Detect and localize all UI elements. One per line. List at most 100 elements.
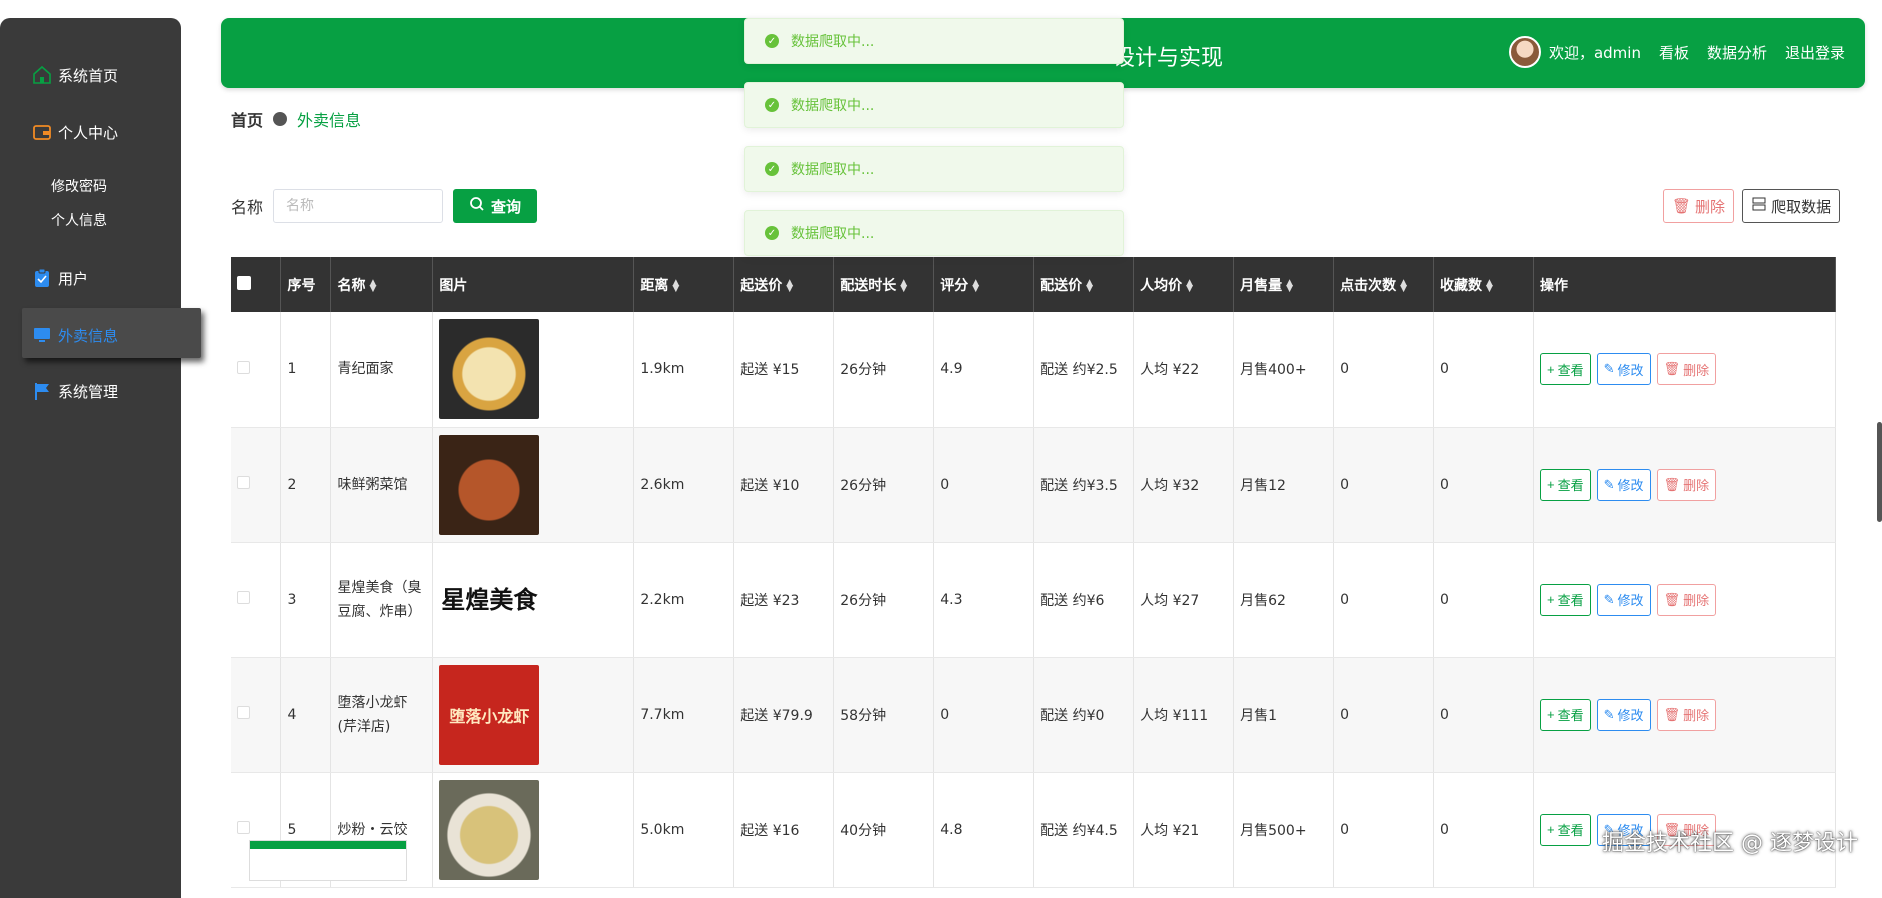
col-header-rating[interactable]: 评分▲▼ [934, 257, 1034, 312]
sort-icon[interactable]: ▲▼ [1086, 280, 1093, 292]
delete-button[interactable]: 🗑删除 [1657, 584, 1717, 616]
query-button[interactable]: 查询 [453, 189, 537, 223]
toast-text: 数据爬取中... [791, 223, 874, 243]
cell-delivery-price: 配送 约¥3.5 [1034, 427, 1134, 542]
col-header-name[interactable]: 名称 ▲▼ [331, 257, 433, 312]
sidebar-item-label: 个人中心 [58, 122, 118, 143]
thumbnail-preview [249, 840, 407, 881]
cell-distance: 2.2km [634, 542, 734, 657]
delete-button[interactable]: 🗑删除 [1657, 469, 1717, 501]
cell-delivery-price: 配送 约¥6 [1034, 542, 1134, 657]
delete-button[interactable]: 🗑删除 [1657, 353, 1717, 385]
sort-icon[interactable]: ▲▼ [1400, 280, 1407, 292]
shop-image[interactable]: 星煌美食 [439, 550, 539, 650]
sidebar-item-label: 外卖信息 [58, 325, 118, 346]
dashboard-link[interactable]: 看板 [1659, 42, 1689, 63]
crawl-data-label: 爬取数据 [1771, 196, 1831, 217]
shop-image[interactable]: 堕落小龙虾 [439, 665, 539, 765]
select-all-header[interactable] [231, 257, 281, 312]
select-all-checkbox[interactable] [237, 276, 251, 290]
breadcrumb: 首页 外卖信息 [231, 107, 361, 131]
edit-button[interactable]: ✎修改 [1597, 353, 1651, 385]
col-header-label: 名称 [337, 278, 365, 294]
col-header-actions: 操作 [1534, 257, 1836, 312]
table-row: 1 青纪面家 1.9km 起送 ¥15 26分钟 4.9 配送 约¥2.5 人均… [231, 312, 1836, 427]
col-header-avg-price[interactable]: 人均价▲▼ [1134, 257, 1234, 312]
shop-image[interactable] [439, 435, 539, 535]
cell-actions: +查看 ✎修改 🗑删除 [1534, 312, 1836, 427]
batch-delete-button[interactable]: 🗑 删除 [1663, 189, 1734, 223]
cell-distance: 1.9km [634, 312, 734, 427]
cell-distance: 2.6km [634, 427, 734, 542]
toast-message: ✓数据爬取中... [744, 210, 1124, 256]
row-checkbox[interactable] [237, 361, 250, 374]
shop-image[interactable] [439, 780, 539, 880]
avatar[interactable] [1509, 36, 1541, 68]
cell-clicks: 0 [1334, 427, 1434, 542]
row-checkbox[interactable] [237, 476, 250, 489]
home-icon [32, 65, 52, 85]
cell-favorites: 0 [1434, 312, 1534, 427]
cell-favorites: 0 [1434, 427, 1534, 542]
sort-icon[interactable]: ▲▼ [1486, 280, 1493, 292]
name-search-input[interactable] [273, 189, 443, 223]
sort-icon[interactable]: ▲▼ [900, 280, 907, 292]
sort-icon[interactable]: ▲▼ [972, 280, 979, 292]
crawl-data-button[interactable]: 爬取数据 [1742, 189, 1840, 223]
view-button[interactable]: +查看 [1540, 469, 1591, 501]
delete-button[interactable]: 🗑删除 [1657, 699, 1717, 731]
data-analysis-link[interactable]: 数据分析 [1707, 42, 1767, 63]
sidebar-item-personal-center[interactable]: 个人中心 [32, 117, 118, 147]
col-header-delivery-time[interactable]: 配送时长 ▲▼ [834, 257, 934, 312]
sidebar-item-users[interactable]: 用户 [32, 263, 88, 293]
cell-min-price: 起送 ¥16 [734, 772, 834, 887]
sidebar-subitem-profile[interactable]: 个人信息 [51, 210, 107, 230]
view-button[interactable]: +查看 [1540, 584, 1591, 616]
view-button[interactable]: +查看 [1540, 353, 1591, 385]
sort-icon[interactable]: ▲▼ [786, 280, 793, 292]
cell-delivery-time: 26分钟 [834, 312, 934, 427]
col-header-monthly-sales[interactable]: 月售量▲▼ [1234, 257, 1334, 312]
edit-icon: ✎ [1604, 361, 1615, 377]
cell-monthly-sales: 月售500+ [1234, 772, 1334, 887]
view-button[interactable]: +查看 [1540, 814, 1591, 846]
sidebar-subitem-change-password[interactable]: 修改密码 [51, 176, 107, 196]
toast-text: 数据爬取中... [791, 31, 874, 51]
sort-icon[interactable]: ▲▼ [369, 280, 376, 292]
sidebar-item-takeout-info[interactable]: 外卖信息 [32, 320, 118, 350]
view-label: 查看 [1558, 475, 1584, 494]
shop-image[interactable] [439, 319, 539, 419]
row-checkbox[interactable] [237, 821, 250, 834]
logout-link[interactable]: 退出登录 [1785, 42, 1845, 63]
sidebar-item-system-management[interactable]: 系统管理 [32, 376, 118, 406]
search-bar: 名称 查询 [231, 189, 537, 223]
sort-icon[interactable]: ▲▼ [672, 280, 679, 292]
wallet-icon [32, 122, 52, 142]
col-header-favorites[interactable]: 收藏数▲▼ [1434, 257, 1534, 312]
row-checkbox[interactable] [237, 591, 250, 604]
col-header-delivery-price[interactable]: 配送价▲▼ [1034, 257, 1134, 312]
row-select-cell[interactable] [231, 657, 281, 772]
row-select-cell[interactable] [231, 542, 281, 657]
toast-message: ✓数据爬取中... [744, 82, 1124, 128]
edit-button[interactable]: ✎修改 [1597, 469, 1651, 501]
row-select-cell[interactable] [231, 427, 281, 542]
sidebar-item-home[interactable]: 系统首页 [32, 60, 118, 90]
view-button[interactable]: +查看 [1540, 699, 1591, 731]
col-header-clicks[interactable]: 点击次数▲▼ [1334, 257, 1434, 312]
cell-actions: +查看 ✎修改 🗑删除 [1534, 657, 1836, 772]
row-checkbox[interactable] [237, 706, 250, 719]
sort-icon[interactable]: ▲▼ [1186, 280, 1193, 292]
edit-button[interactable]: ✎修改 [1597, 699, 1651, 731]
col-header-label: 配送时长 [840, 278, 896, 294]
cell-monthly-sales: 月售1 [1234, 657, 1334, 772]
col-header-distance[interactable]: 距离▲▼ [634, 257, 734, 312]
col-header-min-price[interactable]: 起送价▲▼ [734, 257, 834, 312]
sort-icon[interactable]: ▲▼ [1286, 280, 1293, 292]
cell-clicks: 0 [1334, 312, 1434, 427]
cell-favorites: 0 [1434, 657, 1534, 772]
vertical-scrollbar[interactable] [1877, 422, 1882, 522]
edit-button[interactable]: ✎修改 [1597, 584, 1651, 616]
breadcrumb-home[interactable]: 首页 [231, 107, 263, 131]
row-select-cell[interactable] [231, 312, 281, 427]
